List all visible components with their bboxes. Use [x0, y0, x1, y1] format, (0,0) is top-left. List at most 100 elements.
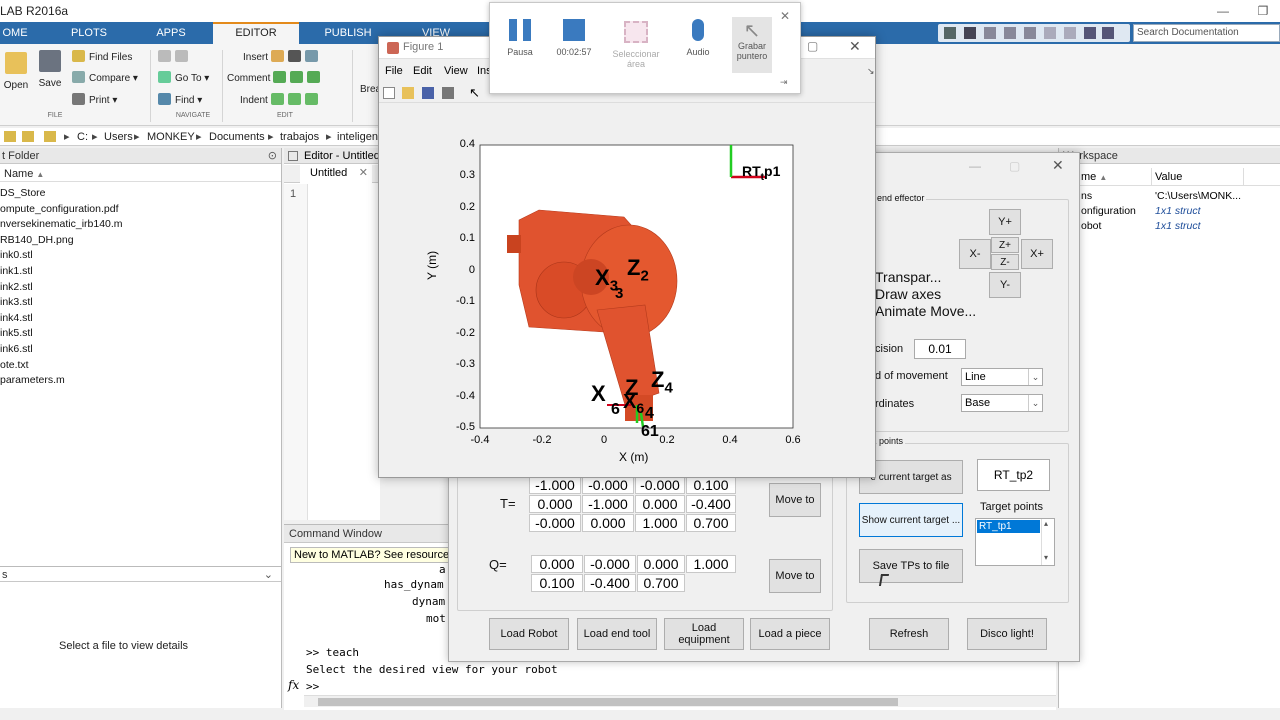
copy-icon[interactable] [1004, 27, 1016, 39]
target-points-list[interactable]: RT_tp1 ▴ ▾ [975, 518, 1055, 566]
save-tps-to-file-button[interactable]: Save TPs to file [859, 549, 963, 583]
close-icon[interactable]: ✕ [1052, 157, 1064, 174]
load-robot-button[interactable]: Load Robot [489, 618, 569, 650]
help-icon[interactable] [1102, 27, 1114, 39]
maximize-icon[interactable]: ❐ [1248, 2, 1278, 20]
scroll-thumb[interactable] [318, 698, 898, 706]
tab-home[interactable]: OME [0, 22, 30, 44]
find-button[interactable]: Find ▾ [158, 93, 202, 106]
jog-y-minus-button[interactable]: Y- [989, 272, 1021, 298]
new-figure-icon[interactable] [383, 87, 395, 99]
save-button[interactable]: Save [36, 50, 64, 89]
chevron-down-icon[interactable]: ⌄ [264, 567, 273, 583]
show-current-target-button[interactable]: Show current target ... [859, 503, 963, 537]
back-forward-arrows[interactable] [158, 50, 192, 63]
open-file-icon[interactable] [402, 87, 414, 99]
jog-y-plus-button[interactable]: Y+ [989, 209, 1021, 235]
pin-icon[interactable]: ⇥ [780, 77, 788, 88]
target-point-item[interactable]: RT_tp1 [977, 520, 1040, 533]
comment-button[interactable]: Comment [227, 71, 324, 84]
file-item[interactable]: ink5.stl [0, 326, 33, 341]
panel-menu-icon[interactable]: ⊙ [268, 148, 277, 164]
redo-icon[interactable] [1064, 27, 1076, 39]
close-icon[interactable]: ✕ [849, 38, 861, 55]
search-documentation-input[interactable]: Search Documentation [1133, 24, 1280, 42]
tab-publish[interactable]: PUBLISH [318, 22, 378, 44]
workspace-var-name[interactable]: ns [1081, 190, 1092, 202]
paste-icon[interactable] [1024, 27, 1036, 39]
file-item[interactable]: ink2.stl [0, 280, 33, 295]
workspace-name-column[interactable]: me ▲ [1081, 168, 1107, 187]
jog-x-plus-button[interactable]: X+ [1021, 239, 1053, 269]
close-icon[interactable]: ✕ [359, 165, 368, 182]
menu-view[interactable]: View [444, 61, 468, 81]
workspace-var-name[interactable]: obot [1081, 220, 1101, 232]
browse-folder-icon[interactable] [22, 131, 34, 142]
path-segment[interactable]: C: [77, 128, 88, 146]
command-prompt[interactable]: >> [306, 680, 319, 693]
layout-icon[interactable] [944, 27, 956, 39]
indent-button[interactable]: Indent [240, 93, 322, 106]
chevron-up-icon[interactable]: ▴ [1044, 519, 1048, 528]
precision-input[interactable]: 0.01 [914, 339, 966, 359]
save-figure-icon[interactable] [422, 87, 434, 99]
details-header[interactable]: s ⌄ [0, 566, 281, 582]
tab-apps[interactable]: APPS [142, 22, 200, 44]
file-item[interactable]: ink4.stl [0, 311, 33, 326]
path-segment[interactable]: trabajos [280, 128, 319, 146]
print-button[interactable]: Print ▾ [72, 93, 117, 106]
print-figure-icon[interactable] [442, 87, 454, 99]
file-item[interactable]: RB140_DH.png [0, 233, 74, 248]
undo-icon[interactable] [1044, 27, 1056, 39]
draw-axes-checkbox[interactable]: Draw axes [875, 286, 941, 302]
path-segment[interactable]: Users [104, 128, 133, 146]
file-item[interactable]: DS_Store [0, 186, 46, 201]
load-equipment-button[interactable]: Load equipment [664, 618, 744, 650]
audio-button[interactable]: Audio [668, 19, 728, 57]
jog-z-plus-button[interactable]: Z+ [991, 237, 1019, 253]
cut-icon[interactable] [984, 27, 996, 39]
path-segment[interactable]: inteligen [337, 128, 378, 146]
refresh-button[interactable]: Refresh [869, 618, 949, 650]
select-area-button[interactable]: Seleccionar área [606, 21, 666, 69]
file-item[interactable]: parameters.m [0, 373, 65, 388]
file-item[interactable]: ompute_configuration.pdf [0, 202, 119, 217]
record-pointer-button[interactable]: ↖ Grabar puntero [732, 17, 772, 73]
menu-file[interactable]: File [385, 61, 403, 81]
switch-windows-icon[interactable] [1084, 27, 1096, 39]
tab-plots[interactable]: PLOTS [60, 22, 118, 44]
file-item[interactable]: ink6.stl [0, 342, 33, 357]
jog-x-minus-button[interactable]: X- [959, 239, 991, 269]
minimize-icon[interactable]: — [969, 159, 981, 173]
file-item[interactable]: ink3.stl [0, 295, 33, 310]
transparency-checkbox[interactable]: Transpar... [875, 269, 941, 285]
path-segment[interactable]: Documents [209, 128, 265, 146]
insert-button[interactable]: Insert [243, 50, 322, 63]
pause-button[interactable]: Pausa [490, 19, 550, 57]
maximize-icon[interactable]: ▢ [1009, 159, 1020, 173]
compare-button[interactable]: Compare ▾ [72, 71, 138, 84]
path-segment[interactable]: MONKEY [147, 128, 195, 146]
load-piece-button[interactable]: Load a piece [750, 618, 830, 650]
chevron-down-icon[interactable]: ▾ [1044, 553, 1048, 562]
command-hscrollbar[interactable] [304, 695, 1056, 707]
fx-icon[interactable]: fx [288, 678, 299, 692]
pointer-tool-icon[interactable]: ↖ [469, 85, 480, 101]
jog-z-minus-button[interactable]: Z- [991, 254, 1019, 270]
menu-edit[interactable]: Edit [413, 61, 432, 81]
file-item[interactable]: ink0.stl [0, 248, 33, 263]
workspace-value-column[interactable]: Value [1155, 168, 1182, 186]
workspace-var-name[interactable]: onfiguration [1081, 205, 1136, 217]
find-files-button[interactable]: Find Files [72, 50, 132, 63]
name-column-header[interactable]: Name ▲ [0, 166, 281, 182]
stop-button[interactable]: 00:02:57 [544, 19, 604, 57]
move-to-t-button[interactable]: Move to [769, 483, 821, 517]
target-name-input[interactable]: RT_tp2 [977, 459, 1050, 491]
tab-editor[interactable]: EDITOR [213, 22, 299, 44]
load-end-tool-button[interactable]: Load end tool [577, 618, 657, 650]
animate-move-checkbox[interactable]: Animate Move... [875, 303, 976, 319]
list-scrollbar[interactable]: ▴ ▾ [1041, 519, 1054, 565]
movement-type-select[interactable]: Line ⌄ [961, 368, 1043, 386]
file-item[interactable]: nversekinematic_irb140.m [0, 217, 123, 232]
go-to-button[interactable]: Go To ▾ [158, 71, 209, 84]
